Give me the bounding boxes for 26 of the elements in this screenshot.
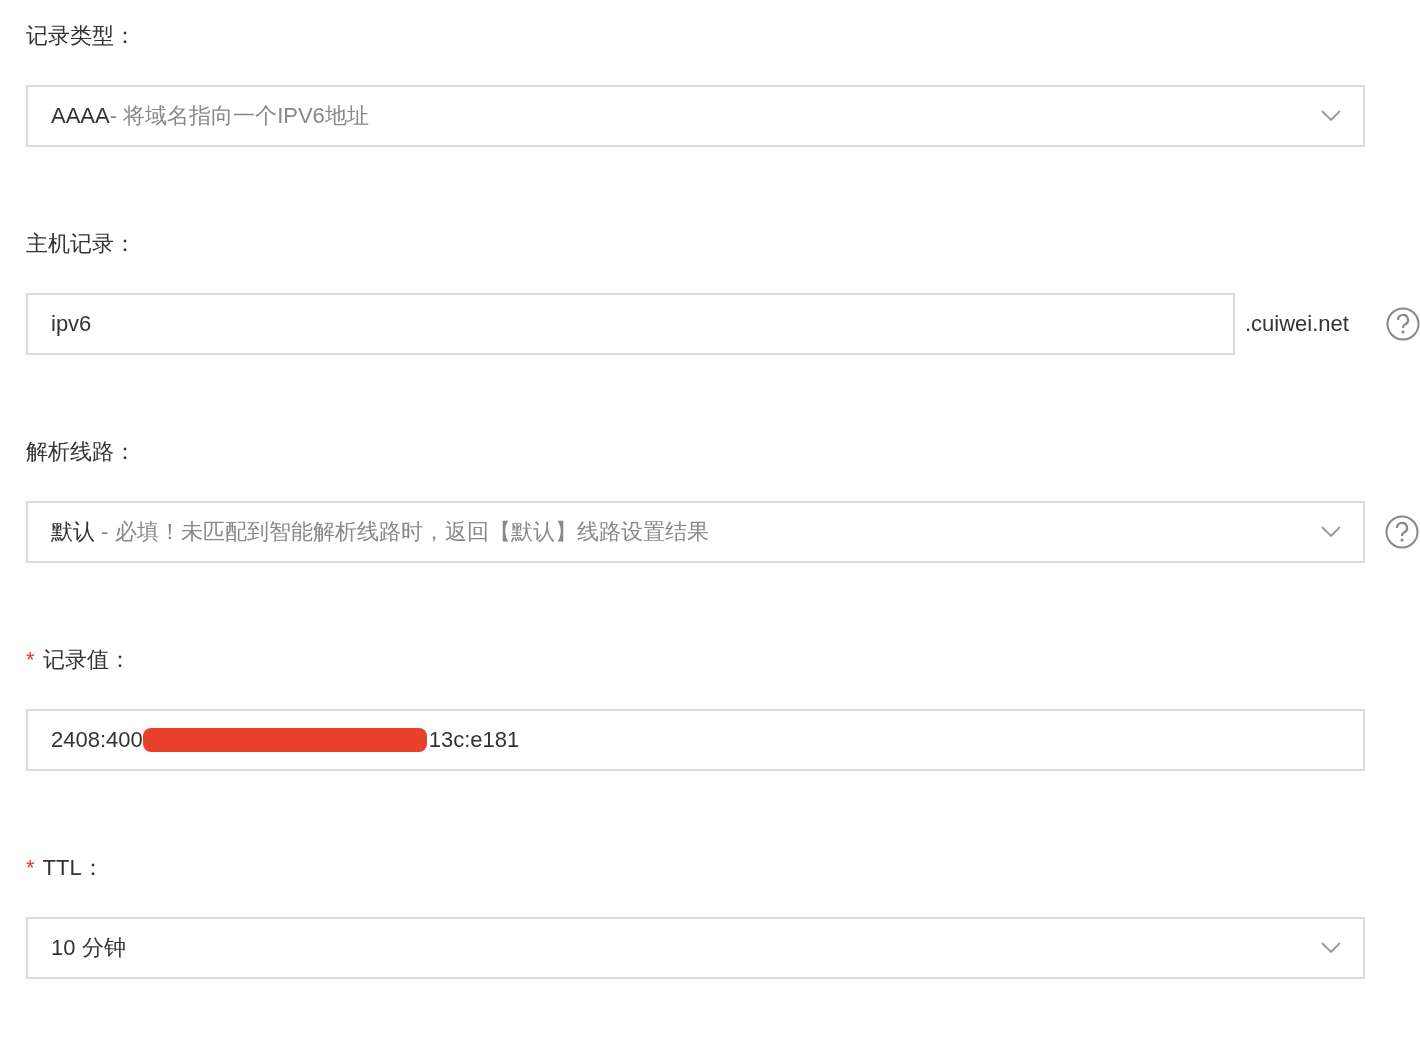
select-field[interactable]: 默认 - 必填！未匹配到智能解析线路时，返回【默认】线路设置结果 — [26, 501, 1365, 563]
field-label: 记录值： — [42, 646, 131, 674]
help-icon[interactable] — [1386, 307, 1420, 341]
select-value: 10 分钟 — [51, 934, 126, 962]
help-icon[interactable] — [1385, 515, 1419, 549]
field-label: 主机记录： — [26, 230, 136, 258]
field-label: 记录类型： — [26, 22, 136, 50]
chevron-down-icon — [1321, 526, 1341, 538]
field-label: 解析线路： — [26, 438, 136, 466]
chevron-down-icon — [1321, 110, 1341, 122]
option-description: - 将域名指向一个IPV6地址 — [109, 102, 369, 130]
input-field[interactable]: ipv6 — [26, 293, 1235, 355]
input-field[interactable]: 2408:400 13c:e181 — [26, 709, 1365, 771]
input-value: ipv6 — [51, 311, 92, 337]
select-field[interactable]: 10 分钟 — [26, 917, 1365, 979]
required-mark: * — [26, 647, 35, 673]
domain-suffix: .cuiwei.net — [1245, 311, 1350, 337]
select-value: 默认 — [51, 518, 95, 546]
option-description: - 必填！未匹配到智能解析线路时，返回【默认】线路设置结果 — [100, 518, 709, 546]
input-value: 2408:400 — [51, 727, 143, 753]
chevron-down-icon — [1321, 942, 1341, 954]
required-mark: * — [26, 855, 35, 881]
field-label: TTL： — [42, 854, 104, 882]
input-value: 13c:e181 — [428, 727, 520, 753]
select-field[interactable]: AAAA- 将域名指向一个IPV6地址 — [26, 85, 1365, 147]
select-value: AAAA — [51, 103, 110, 129]
